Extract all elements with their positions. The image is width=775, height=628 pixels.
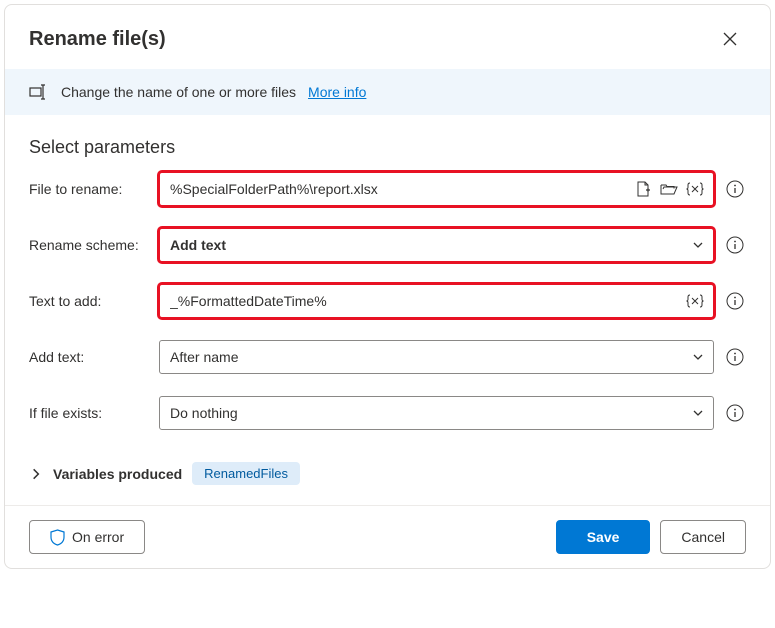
label-text-to-add: Text to add: [29, 293, 159, 309]
chevron-right-icon [29, 467, 43, 481]
dialog-footer: On error Save Cancel [5, 505, 770, 568]
info-icon [726, 236, 744, 254]
chevron-down-icon [691, 406, 705, 420]
variables-produced-label: Variables produced [53, 466, 182, 482]
info-bar: Change the name of one or more files Mor… [5, 69, 770, 115]
row-rename-scheme: Rename scheme: Add text [29, 228, 746, 262]
select-rename-scheme[interactable]: Add text [159, 228, 714, 262]
close-icon [723, 32, 737, 46]
save-label: Save [587, 529, 620, 545]
on-error-button[interactable]: On error [29, 520, 145, 554]
close-button[interactable] [714, 23, 746, 55]
variable-icon [686, 182, 704, 196]
shield-icon [50, 529, 65, 546]
value-text-to-add: _%FormattedDateTime% [170, 293, 685, 309]
value-file-to-rename: %SpecialFolderPath%\report.xlsx [170, 181, 633, 197]
help-rename-scheme[interactable] [724, 234, 746, 256]
row-text-to-add: Text to add: _%FormattedDateTime% [29, 284, 746, 318]
rename-files-dialog: Rename file(s) Change the name of one or… [4, 4, 771, 569]
variable-chip-renamedfiles[interactable]: RenamedFiles [192, 462, 300, 485]
save-button[interactable]: Save [556, 520, 651, 554]
folder-open-icon [660, 182, 678, 196]
variable-icon [686, 294, 704, 308]
more-info-link[interactable]: More info [308, 84, 366, 100]
value-rename-scheme: Add text [170, 237, 691, 253]
chevron-down-icon [691, 350, 705, 364]
rename-icon [29, 83, 49, 101]
cancel-label: Cancel [681, 529, 725, 545]
chevron-down-icon [691, 238, 705, 252]
file-add-icon [635, 181, 651, 197]
label-file-to-rename: File to rename: [29, 181, 159, 197]
info-icon [726, 180, 744, 198]
value-if-file-exists: Do nothing [170, 405, 691, 421]
help-if-file-exists[interactable] [724, 402, 746, 424]
dialog-title: Rename file(s) [29, 28, 166, 51]
dialog-header: Rename file(s) [5, 5, 770, 69]
on-error-label: On error [72, 529, 124, 545]
label-add-text: Add text: [29, 349, 159, 365]
info-icon [726, 404, 744, 422]
select-if-file-exists[interactable]: Do nothing [159, 396, 714, 430]
label-if-file-exists: If file exists: [29, 405, 159, 421]
help-add-text[interactable] [724, 346, 746, 368]
select-add-text[interactable]: After name [159, 340, 714, 374]
info-icon [726, 292, 744, 310]
input-text-to-add[interactable]: _%FormattedDateTime% [159, 284, 714, 318]
label-rename-scheme: Rename scheme: [29, 237, 159, 253]
help-file-to-rename[interactable] [724, 178, 746, 200]
input-file-to-rename[interactable]: %SpecialFolderPath%\report.xlsx [159, 172, 714, 206]
variable-picker-button[interactable] [685, 179, 705, 199]
browse-folder-button[interactable] [659, 179, 679, 199]
variables-produced-row[interactable]: Variables produced RenamedFiles [5, 462, 770, 505]
select-file-button[interactable] [633, 179, 653, 199]
variable-picker-button[interactable] [685, 291, 705, 311]
row-if-file-exists: If file exists: Do nothing [29, 396, 746, 430]
cancel-button[interactable]: Cancel [660, 520, 746, 554]
info-icon [726, 348, 744, 366]
row-add-text: Add text: After name [29, 340, 746, 374]
value-add-text: After name [170, 349, 691, 365]
info-text: Change the name of one or more files [61, 84, 296, 100]
parameters-panel: File to rename: %SpecialFolderPath%\repo… [5, 172, 770, 462]
section-title: Select parameters [5, 115, 770, 172]
row-file-to-rename: File to rename: %SpecialFolderPath%\repo… [29, 172, 746, 206]
help-text-to-add[interactable] [724, 290, 746, 312]
